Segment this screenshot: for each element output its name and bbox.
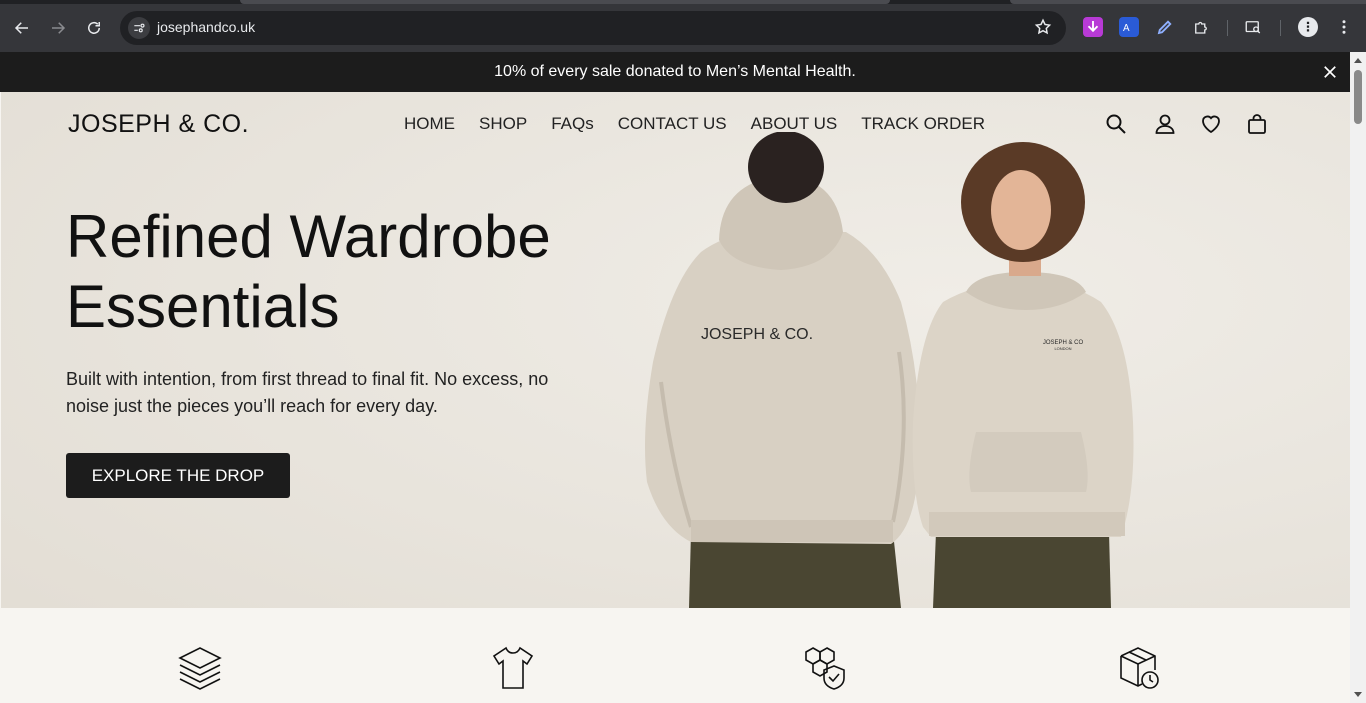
site-logo[interactable]: JOSEPH & CO. xyxy=(68,110,249,139)
bookmark-star-icon[interactable] xyxy=(1034,18,1052,41)
hoodie-back-print: JOSEPH & CO. xyxy=(701,326,813,343)
hero-headline-line2: Essentials xyxy=(66,273,340,340)
menu-icon[interactable] xyxy=(1334,17,1354,37)
scrollbar-thumb[interactable] xyxy=(1354,70,1362,124)
tab[interactable] xyxy=(1010,0,1366,4)
nav-track-order[interactable]: TRACK ORDER xyxy=(861,114,985,134)
nav-home[interactable]: HOME xyxy=(404,114,455,134)
svg-text:A: A xyxy=(1123,23,1130,34)
hero-section: JOSEPH & CO. JOSEPH & CO LONDON JOSEPH & xyxy=(1,92,1350,608)
extensions-puzzle-icon[interactable] xyxy=(1191,17,1211,37)
features-strip xyxy=(0,608,1350,703)
hero-headline: Refined Wardrobe Essentials xyxy=(66,202,626,342)
tab-strip xyxy=(0,0,1366,4)
scroll-down-arrow-icon[interactable] xyxy=(1354,692,1362,697)
extension-translate-icon[interactable]: A xyxy=(1119,17,1139,37)
browser-toolbar: josephandco.uk A xyxy=(0,0,1366,52)
close-icon[interactable] xyxy=(1321,63,1339,81)
hero-models-image: JOSEPH & CO. JOSEPH & CO LONDON xyxy=(645,132,1134,608)
toolbar-separator xyxy=(1280,20,1281,36)
toolbar-separator xyxy=(1227,20,1228,36)
woman-figure: JOSEPH & CO LONDON xyxy=(912,142,1134,608)
announcement-text: 10% of every sale donated to Men’s Menta… xyxy=(494,63,856,80)
extension-pen-icon[interactable] xyxy=(1155,17,1175,37)
layers-icon xyxy=(177,644,223,690)
page-scrollbar[interactable] xyxy=(1350,52,1366,703)
back-icon[interactable] xyxy=(10,16,34,40)
search-icon[interactable] xyxy=(1104,112,1128,141)
reload-icon[interactable] xyxy=(82,16,106,40)
nav-about-us[interactable]: ABOUT US xyxy=(751,114,838,134)
hero-headline-line1: Refined Wardrobe xyxy=(66,203,551,270)
nav-shop[interactable]: SHOP xyxy=(479,114,527,134)
main-nav: HOME SHOP FAQs CONTACT US ABOUT US TRACK… xyxy=(404,114,985,134)
explore-the-drop-button[interactable]: EXPLORE THE DROP xyxy=(66,453,290,498)
delivery-box-icon xyxy=(1117,644,1163,690)
nav-faqs[interactable]: FAQs xyxy=(551,114,594,134)
cart-bag-icon[interactable] xyxy=(1245,112,1269,141)
wishlist-heart-icon[interactable] xyxy=(1199,112,1223,141)
forward-icon[interactable] xyxy=(46,16,70,40)
hero-subtext: Built with intention, from first thread … xyxy=(66,369,549,416)
nav-contact-us[interactable]: CONTACT US xyxy=(618,114,727,134)
tab-search-icon[interactable] xyxy=(1243,17,1263,37)
tab[interactable] xyxy=(240,0,890,4)
man-figure: JOSEPH & CO. xyxy=(645,132,920,608)
profile-icon[interactable] xyxy=(1298,17,1318,37)
site-info-icon[interactable] xyxy=(128,17,150,39)
announcement-bar: 10% of every sale donated to Men’s Menta… xyxy=(0,52,1350,92)
extension-download-icon[interactable] xyxy=(1083,17,1103,37)
account-icon[interactable] xyxy=(1153,112,1177,141)
scroll-up-arrow-icon[interactable] xyxy=(1354,58,1362,63)
address-bar[interactable]: josephandco.uk xyxy=(120,11,1066,45)
url-text[interactable]: josephandco.uk xyxy=(157,19,255,35)
hoodie-front-print-sub: LONDON xyxy=(1054,346,1071,351)
quality-shield-icon xyxy=(803,644,849,690)
tshirt-icon xyxy=(490,644,536,690)
